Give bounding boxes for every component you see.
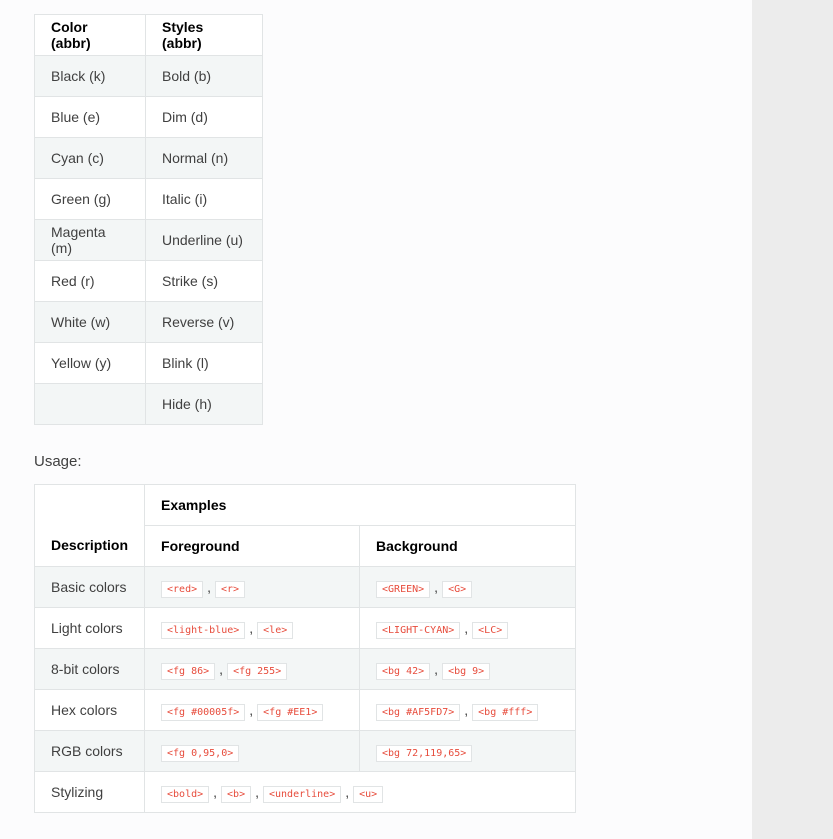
- header-foreground: Foreground: [144, 525, 361, 567]
- main-content: Color (abbr) Styles (abbr) Black (k) Bold…: [33, 14, 734, 813]
- background-cell: <bg 72,119,65>: [359, 730, 577, 772]
- style-cell: Strike (s): [145, 260, 263, 302]
- foreground-cell: <fg 0,95,0>: [144, 730, 361, 772]
- code-example: <bg 72,119,65>: [376, 745, 473, 762]
- code-example: <bg 42>: [376, 663, 431, 680]
- code-example: <bold>: [161, 786, 210, 803]
- header-examples: Examples: [144, 484, 577, 526]
- code-example: <LIGHT-CYAN>: [376, 622, 461, 639]
- color-cell: Cyan (c): [34, 137, 146, 179]
- code-example: <red>: [161, 581, 204, 598]
- background-cell: <bg 42>, <bg 9>: [359, 648, 577, 690]
- table-row: Light colors <light-blue>, <le> <LIGHT-CY…: [33, 607, 577, 649]
- code-example: <b>: [221, 786, 252, 803]
- foreground-cell: <fg #00005f>, <fg #EE1>: [144, 689, 361, 731]
- code-example: <fg #EE1>: [257, 704, 324, 721]
- color-cell: [34, 383, 146, 425]
- header-color: Color (abbr): [34, 14, 146, 56]
- foreground-cell: <fg 86>, <fg 255>: [144, 648, 361, 690]
- color-cell: Magenta (m): [34, 219, 146, 261]
- description-cell: Light colors: [33, 607, 146, 649]
- code-example: <underline>: [262, 786, 342, 803]
- usage-label: Usage:: [34, 453, 82, 470]
- color-cell: Green (g): [34, 178, 146, 220]
- color-cell: Blue (e): [34, 96, 146, 138]
- color-cell: Black (k): [34, 55, 146, 97]
- style-cell: Underline (u): [145, 219, 263, 261]
- header-description: Description: [33, 484, 146, 567]
- code-example: <fg #00005f>: [161, 704, 246, 721]
- color-cell: Yellow (y): [34, 342, 146, 384]
- table-row: Blue (e) Dim (d): [34, 96, 263, 138]
- table-row: Black (k) Bold (b): [34, 55, 263, 97]
- code-example: <bg #AF5FD7>: [376, 704, 461, 721]
- style-cell: Italic (i): [145, 178, 263, 220]
- stylizing-cell: <bold>, <b>, <underline>, <u>: [144, 771, 577, 813]
- color-styles-table: Color (abbr) Styles (abbr) Black (k) Bold…: [34, 14, 263, 425]
- table-row: Hide (h): [34, 383, 263, 425]
- style-cell: Dim (d): [145, 96, 263, 138]
- foreground-cell: <light-blue>, <le>: [144, 607, 361, 649]
- code-example: <fg 86>: [161, 663, 216, 680]
- code-example: <GREEN>: [376, 581, 431, 598]
- style-cell: Blink (l): [145, 342, 263, 384]
- background-cell: <LIGHT-CYAN>, <LC>: [359, 607, 577, 649]
- code-example: <r>: [215, 581, 246, 598]
- code-example: <LC>: [472, 622, 509, 639]
- code-example: <fg 0,95,0>: [161, 745, 240, 762]
- style-cell: Reverse (v): [145, 301, 263, 343]
- background-cell: <GREEN>, <G>: [359, 566, 577, 608]
- style-cell: Hide (h): [145, 383, 263, 425]
- code-example: <bg #fff>: [472, 704, 539, 721]
- table-row: Red (r) Strike (s): [34, 260, 263, 302]
- table-row: RGB colors <fg 0,95,0> <bg 72,119,65>: [33, 730, 577, 772]
- description-cell: Stylizing: [33, 771, 146, 813]
- description-cell: Basic colors: [33, 566, 146, 608]
- foreground-cell: <red>, <r>: [144, 566, 361, 608]
- code-example: <bg 9>: [442, 663, 491, 680]
- table-row: 8-bit colors <fg 86>, <fg 255> <bg 42>, <b…: [33, 648, 577, 690]
- table-row: Green (g) Italic (i): [34, 178, 263, 220]
- description-cell: Hex colors: [33, 689, 146, 731]
- color-cell: White (w): [34, 301, 146, 343]
- style-cell: Bold (b): [145, 55, 263, 97]
- description-cell: RGB colors: [33, 730, 146, 772]
- style-cell: Normal (n): [145, 137, 263, 179]
- code-example: <le>: [257, 622, 294, 639]
- table-row: White (w) Reverse (v): [34, 301, 263, 343]
- code-example: <light-blue>: [161, 622, 246, 639]
- header-styles: Styles (abbr): [145, 14, 263, 56]
- table-row: Yellow (y) Blink (l): [34, 342, 263, 384]
- description-cell: 8-bit colors: [33, 648, 146, 690]
- table-row: Magenta (m) Underline (u): [34, 219, 263, 261]
- code-example: <fg 255>: [227, 663, 288, 680]
- code-example: <G>: [442, 581, 473, 598]
- table-row: Hex colors <fg #00005f>, <fg #EE1> <bg #A…: [33, 689, 577, 731]
- table-row: Cyan (c) Normal (n): [34, 137, 263, 179]
- color-cell: Red (r): [34, 260, 146, 302]
- code-example: <u>: [353, 786, 384, 803]
- right-side-panel: [752, 0, 833, 839]
- header-background: Background: [359, 525, 577, 567]
- table-row: Stylizing <bold>, <b>, <underline>, <u>: [33, 771, 577, 813]
- usage-examples-table: Description Examples Foreground Backgrou…: [33, 484, 577, 813]
- background-cell: <bg #AF5FD7>, <bg #fff>: [359, 689, 577, 731]
- table-row: Basic colors <red>, <r> <GREEN>, <G>: [33, 566, 577, 608]
